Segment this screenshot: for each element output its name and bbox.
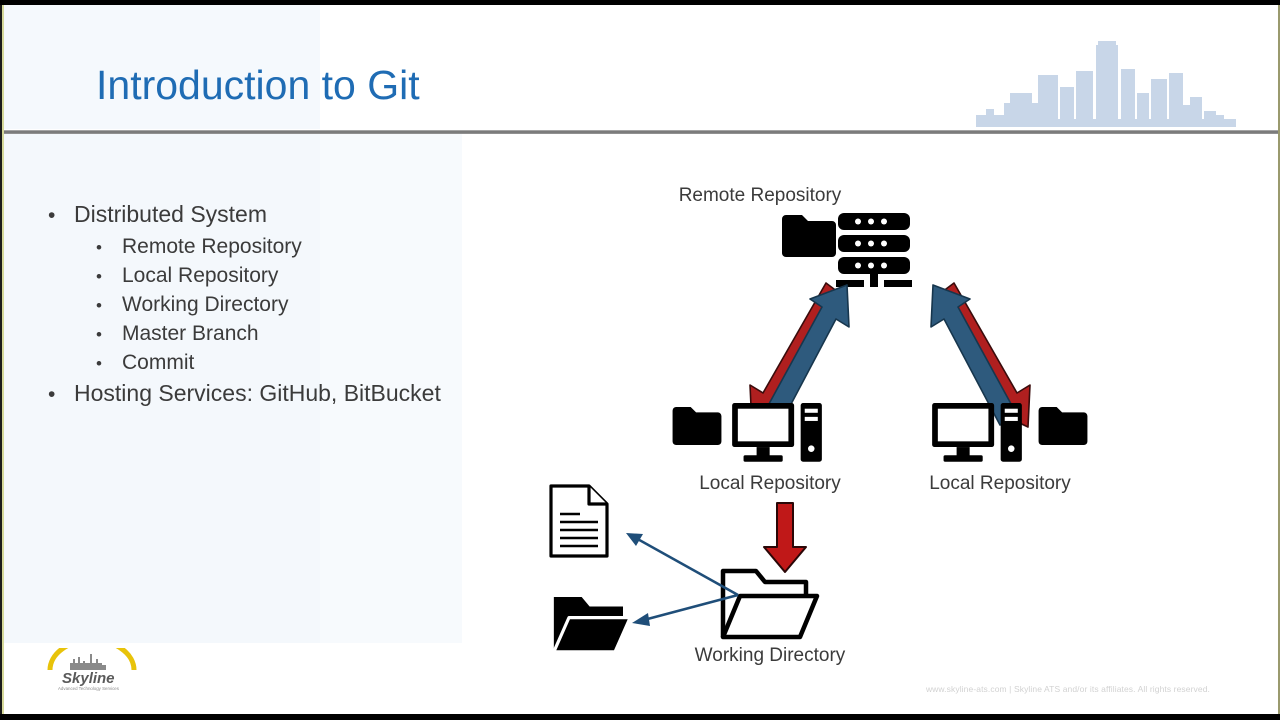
desktop-computer-icon: [932, 403, 1022, 462]
bullet-item-master-branch: • Master Branch: [48, 322, 518, 346]
letterbox-bottom: [0, 714, 1280, 720]
bullet-text: Remote Repository: [122, 235, 302, 258]
header-divider: [4, 130, 1278, 134]
bullet-list: • Distributed System • Remote Repository…: [48, 201, 518, 414]
skyline-logo-tagline: Advanced Technology Services: [58, 686, 120, 691]
bullet-marker: •: [96, 296, 102, 315]
bullet-text: Local Repository: [122, 264, 279, 287]
open-folder-icon: [552, 596, 632, 654]
server-rack-icon: [836, 213, 912, 287]
folder-icon: [782, 215, 836, 257]
bullet-item-remote-repository: • Remote Repository: [48, 235, 518, 259]
folder-icon: [672, 407, 722, 445]
page-title: Introduction to Git: [96, 62, 420, 108]
bullet-item-hosting-services: • Hosting Services: GitHub, BitBucket: [48, 380, 518, 407]
document-icon: [549, 484, 609, 558]
slide: Introduction to Git • Distributed System…: [0, 0, 1280, 720]
desktop-computer-icon: [732, 403, 822, 462]
bullet-text: Distributed System: [74, 201, 268, 227]
git-workflow-diagram: Remote Repository Local Repository Local…: [520, 165, 1260, 685]
skyline-logo-wordmark: Skyline: [62, 670, 115, 687]
local-repository-left-label: Local Repository: [699, 473, 841, 494]
bullet-text: Commit: [122, 351, 195, 374]
skyline-logo: Skyline Advanced Technology Services: [47, 648, 137, 691]
local-repository-right-label: Local Repository: [929, 473, 1071, 494]
bullet-item-local-repository: • Local Repository: [48, 264, 518, 288]
slide-header: Introduction to Git: [0, 5, 1280, 134]
bullet-marker: •: [96, 325, 102, 344]
bullet-text: Working Directory: [122, 293, 289, 316]
folder-icon: [1038, 407, 1088, 445]
bullet-marker: •: [96, 354, 102, 373]
remote-repository-label: Remote Repository: [678, 185, 842, 206]
bullet-text: Hosting Services: GitHub, BitBucket: [74, 380, 441, 406]
bullet-item-commit: • Commit: [48, 351, 518, 375]
bullet-marker: •: [48, 383, 56, 406]
working-directory-contents-arrows: [626, 533, 739, 626]
working-directory-label: Working Directory: [694, 645, 846, 666]
city-skyline-decoration: [976, 41, 1236, 127]
bullet-marker: •: [96, 238, 102, 257]
bullet-marker: •: [96, 267, 102, 286]
bullet-text: Master Branch: [122, 322, 259, 345]
slide-canvas: Introduction to Git • Distributed System…: [0, 5, 1280, 714]
bullet-item-distributed-system: • Distributed System: [48, 201, 518, 228]
copyright-text: www.skyline-ats.com | Skyline ATS and/or…: [925, 684, 1210, 694]
bullet-item-working-directory: • Working Directory: [48, 293, 518, 317]
bullet-marker: •: [48, 204, 56, 227]
